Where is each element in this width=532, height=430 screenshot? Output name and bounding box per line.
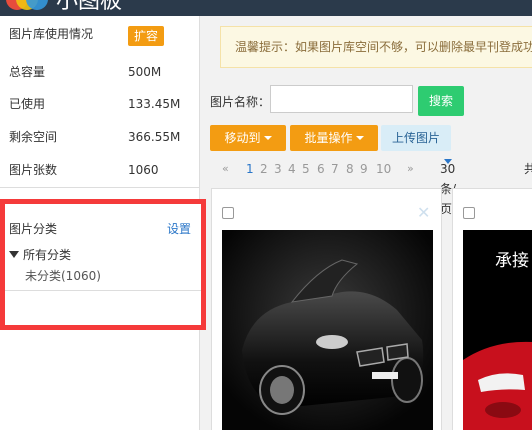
- stat-label: 图片张数: [9, 163, 58, 177]
- upload-button[interactable]: 上传图片: [381, 125, 451, 151]
- search-label: 图片名称：: [210, 95, 271, 109]
- stat-row-remaining: 剩余空间 366.55M: [9, 127, 194, 147]
- page-link[interactable]: 7: [331, 159, 339, 179]
- stat-row-total: 总容量 500M: [9, 62, 194, 82]
- left-sidebar: 图片库使用情况 扩容 总容量 500M 已使用 133.45M 剩余空间 366…: [0, 16, 206, 430]
- stat-value: 133.45M: [128, 97, 181, 111]
- image-thumbnail[interactable]: [222, 230, 433, 430]
- category-root-label: 所有分类: [23, 248, 72, 262]
- category-root[interactable]: 所有分类: [9, 246, 71, 263]
- stat-row-count: 图片张数 1060: [9, 160, 194, 180]
- move-to-label: 移动到: [224, 131, 261, 145]
- category-panel: 图片分类 设置 所有分类 未分类(1060): [0, 199, 206, 330]
- stat-value: 366.55M: [128, 130, 181, 144]
- caret-down-icon: [355, 136, 364, 140]
- search-input[interactable]: [270, 85, 413, 113]
- top-bar: 小图板: [0, 0, 532, 16]
- stat-label: 剩余空间: [9, 130, 58, 144]
- stat-value: 1060: [128, 163, 159, 177]
- pagination-total-label: 共: [524, 162, 532, 176]
- image-card[interactable]: ✕: [211, 188, 442, 430]
- search-button[interactable]: 搜索: [418, 86, 464, 116]
- page-link[interactable]: 5: [302, 159, 310, 179]
- move-to-button[interactable]: 移动到: [210, 125, 286, 151]
- red-car-image: [463, 341, 532, 430]
- page-link[interactable]: 6: [317, 159, 325, 179]
- main-content: 温馨提示：如果图片库空间不够，可以删除最早刊登成功 图片名称： 搜索 移动到 批…: [210, 16, 532, 430]
- page-link[interactable]: 1: [246, 159, 254, 179]
- stat-label: 已使用: [9, 97, 46, 111]
- car-image: [222, 230, 433, 430]
- page-link[interactable]: 8: [346, 159, 354, 179]
- expand-button[interactable]: 扩容: [128, 26, 165, 46]
- close-icon[interactable]: ✕: [417, 203, 430, 222]
- page-link[interactable]: 2: [260, 159, 268, 179]
- usage-panel: 图片库使用情况 扩容 总容量 500M 已使用 133.45M 剩余空间 366…: [0, 16, 200, 188]
- caret-down-icon: [263, 136, 272, 140]
- category-settings-link[interactable]: 设置: [167, 220, 191, 237]
- caret-down-icon[interactable]: [9, 251, 19, 258]
- page-link[interactable]: 9: [360, 159, 368, 179]
- caret-down-icon: [444, 159, 452, 164]
- stat-value: 500M: [128, 65, 162, 79]
- logo-icon: [6, 0, 48, 12]
- stat-row-used: 已使用 133.45M: [9, 94, 194, 114]
- pagination: « 1 2 3 4 5 6 7 8 9 10 » 30 条/页 共: [210, 159, 532, 216]
- pagination-next[interactable]: »: [407, 159, 414, 179]
- usage-title-row: 图片库使用情况: [9, 24, 194, 44]
- image-thumbnail[interactable]: 承接: [463, 230, 532, 430]
- category-title: 图片分类: [9, 222, 58, 236]
- category-item-uncategorized[interactable]: 未分类(1060): [25, 267, 101, 284]
- image-checkbox[interactable]: [222, 207, 234, 219]
- pagination-prev[interactable]: «: [222, 159, 229, 179]
- page-link[interactable]: 3: [274, 159, 282, 179]
- page-link[interactable]: 10: [376, 159, 391, 179]
- usage-title: 图片库使用情况: [9, 27, 94, 41]
- batch-operation-button[interactable]: 批量操作: [290, 125, 378, 151]
- batch-operation-label: 批量操作: [304, 131, 353, 145]
- logo-text: 小图板: [56, 0, 123, 14]
- page-link[interactable]: 4: [288, 159, 296, 179]
- category-divider: [5, 290, 201, 291]
- notice-banner: 温馨提示：如果图片库空间不够，可以删除最早刊登成功: [220, 26, 532, 68]
- stat-label: 总容量: [9, 65, 46, 79]
- image-card[interactable]: 承接: [452, 188, 532, 430]
- image-checkbox[interactable]: [463, 207, 475, 219]
